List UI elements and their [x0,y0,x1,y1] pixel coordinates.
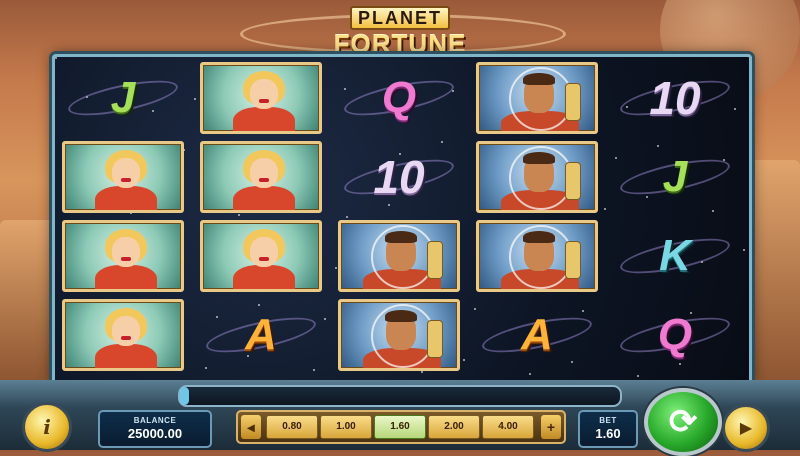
star-dot [194,98,196,100]
reel-cell [199,219,323,293]
woman-portrait-symbol [62,220,184,292]
reel-cell: J [613,140,737,214]
bet-label: BET [599,416,617,425]
star-dot [743,249,745,251]
balance-label: BALANCE [133,416,177,425]
star-dot [346,216,348,218]
reel-cell: J [61,61,185,135]
reel-cell: 10 [337,140,461,214]
bet-option[interactable]: 1.00 [320,415,372,439]
reel-cell [475,219,599,293]
bet-value: 1.60 [595,426,621,441]
bet-panel: BET 1.60 [578,410,638,448]
astronaut-portrait-symbol [476,220,598,292]
star-dot [324,318,326,320]
reel-cell: 10 [613,61,737,135]
letter-symbol-q: Q [657,310,693,359]
letter-symbol-10: 10 [373,151,425,203]
reel-cell [475,140,599,214]
letter-symbol-j: J [662,152,688,201]
letter-symbol-j: J [110,73,136,122]
bet-selector: ◂ 0.80 1.00 1.60 2.00 4.00 + [236,410,566,444]
bet-option[interactable]: 2.00 [428,415,480,439]
letter-symbol-10: 10 [649,72,701,124]
reel-cell [337,298,461,372]
letter-symbol-k: K [659,231,691,280]
woman-portrait-symbol [62,141,184,213]
reel-cell: K [613,219,737,293]
star-dot [637,375,639,377]
star-dot [529,373,531,375]
reel-cell [61,219,185,293]
logo-title-top: PLANET [350,6,450,30]
play-icon: ▶ [739,420,753,437]
reel-cell [61,140,185,214]
reel-cell [199,140,323,214]
astronaut-portrait-symbol [476,141,598,213]
bet-decrease-button[interactable]: ◂ [241,415,261,439]
reel-cell: Q [337,61,461,135]
reel-cell: Q [613,298,737,372]
bet-increase-button[interactable]: + [541,415,561,439]
bet-option[interactable]: 0.80 [266,415,318,439]
reel-cell [475,61,599,135]
letter-symbol-q: Q [381,73,417,122]
letter-symbol-a: A [521,310,553,359]
reel-cell [61,298,185,372]
background-building [750,160,800,380]
astronaut-portrait-symbol [476,62,598,134]
balance-value: 25000.00 [127,426,183,441]
autoplay-button[interactable]: ▶ [722,404,770,452]
spin-button[interactable]: ⟳ [644,388,722,456]
info-button[interactable]: i [22,402,72,452]
star-dot [55,57,57,59]
feature-progress-bar [178,385,622,407]
background-building [0,220,54,380]
star-dot [238,214,240,216]
star-dot [463,359,465,361]
feature-progress-fill [180,387,189,405]
letter-symbol-a: A [245,310,277,359]
astronaut-portrait-symbol [338,220,460,292]
bet-option[interactable]: 1.60 [374,415,426,439]
reel-cell [199,61,323,135]
woman-portrait-symbol [62,299,184,371]
spin-arrows-icon: ⟳ [668,403,698,441]
game-logo: PLANET FORTUNE [305,6,495,58]
info-icon: i [43,415,51,439]
bet-option[interactable]: 4.00 [482,415,534,439]
reel-frame: J A Q 10 A 10 J K Q [52,54,752,385]
reel-cell [337,219,461,293]
woman-portrait-symbol [200,141,322,213]
woman-portrait-symbol [200,220,322,292]
star-dot [604,208,606,210]
reel-cell: A [199,298,323,372]
reel-cell: A [475,298,599,372]
astronaut-portrait-symbol [338,299,460,371]
woman-portrait-symbol [200,62,322,134]
balance-panel: BALANCE 25000.00 [98,410,212,448]
